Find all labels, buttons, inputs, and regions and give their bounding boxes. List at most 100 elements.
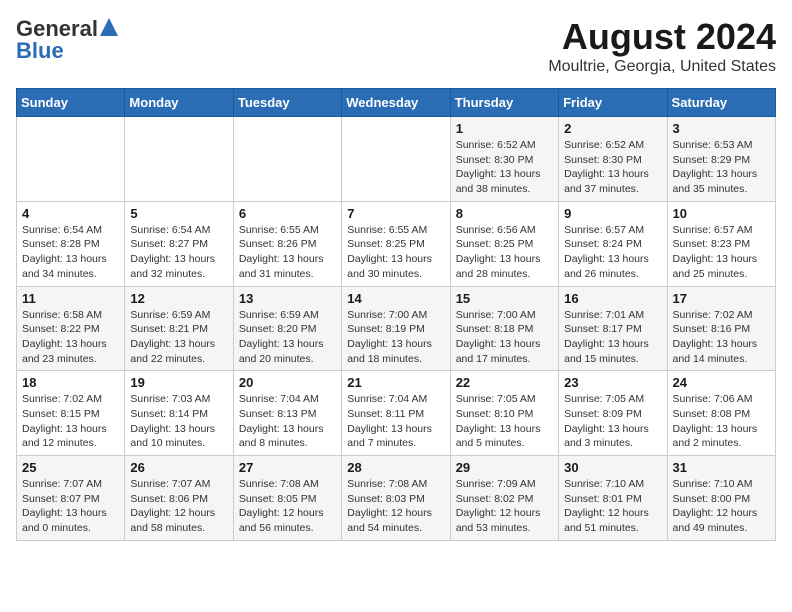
calendar-week-row: 4Sunrise: 6:54 AM Sunset: 8:28 PM Daylig…	[17, 201, 776, 286]
calendar-day-cell: 7 Sunrise: 6:55 AM Sunset: 8:25 PM Daylig…	[342, 201, 450, 286]
calendar-day-cell: 18 Sunrise: 7:02 AM Sunset: 8:15 PM Dayli…	[17, 371, 125, 456]
day-header-sunday: Sunday	[17, 89, 125, 117]
calendar-header-row: SundayMondayTuesdayWednesdayThursdayFrid…	[17, 89, 776, 117]
calendar-day-cell: 17 Sunrise: 7:02 AM Sunset: 8:16 PM Dayli…	[667, 286, 775, 371]
day-info: Sunrise: 7:08 AM Sunset: 8:05 PM Dayligh…	[239, 477, 336, 536]
day-number: 26	[130, 460, 227, 475]
day-info: Sunrise: 6:52 AM Sunset: 8:30 PM Dayligh…	[564, 138, 661, 197]
day-number: 5	[130, 206, 227, 221]
day-info: Sunrise: 7:07 AM Sunset: 8:07 PM Dayligh…	[22, 477, 119, 536]
calendar-day-cell: 29 Sunrise: 7:09 AM Sunset: 8:02 PM Dayli…	[450, 456, 558, 541]
day-number: 7	[347, 206, 444, 221]
calendar-day-cell: 26 Sunrise: 7:07 AM Sunset: 8:06 PM Dayli…	[125, 456, 233, 541]
calendar-day-cell: 3 Sunrise: 6:53 AM Sunset: 8:29 PM Daylig…	[667, 117, 775, 202]
calendar-week-row: 1 Sunrise: 6:52 AM Sunset: 8:30 PM Daylig…	[17, 117, 776, 202]
day-number: 21	[347, 375, 444, 390]
calendar-day-cell: 14Sunrise: 7:00 AM Sunset: 8:19 PM Dayli…	[342, 286, 450, 371]
day-info: Sunrise: 6:53 AM Sunset: 8:29 PM Dayligh…	[673, 138, 770, 197]
day-number: 15	[456, 291, 553, 306]
day-header-saturday: Saturday	[667, 89, 775, 117]
empty-cell	[17, 117, 125, 202]
day-info: Sunrise: 6:55 AM Sunset: 8:26 PM Dayligh…	[239, 223, 336, 282]
day-info: Sunrise: 6:54 AM Sunset: 8:27 PM Dayligh…	[130, 223, 227, 282]
logo-blue: Blue	[16, 38, 64, 64]
day-info: Sunrise: 7:02 AM Sunset: 8:15 PM Dayligh…	[22, 392, 119, 451]
day-info: Sunrise: 7:04 AM Sunset: 8:13 PM Dayligh…	[239, 392, 336, 451]
calendar-day-cell: 1 Sunrise: 6:52 AM Sunset: 8:30 PM Daylig…	[450, 117, 558, 202]
day-number: 3	[673, 121, 770, 136]
day-number: 16	[564, 291, 661, 306]
day-number: 24	[673, 375, 770, 390]
calendar-day-cell: 23 Sunrise: 7:05 AM Sunset: 8:09 PM Dayli…	[559, 371, 667, 456]
day-number: 23	[564, 375, 661, 390]
day-header-tuesday: Tuesday	[233, 89, 341, 117]
day-number: 29	[456, 460, 553, 475]
day-info: Sunrise: 7:02 AM Sunset: 8:16 PM Dayligh…	[673, 308, 770, 367]
calendar-day-cell: 15Sunrise: 7:00 AM Sunset: 8:18 PM Dayli…	[450, 286, 558, 371]
calendar-day-cell: 10 Sunrise: 6:57 AM Sunset: 8:23 PM Dayli…	[667, 201, 775, 286]
day-info: Sunrise: 6:58 AM Sunset: 8:22 PM Dayligh…	[22, 308, 119, 367]
day-info: Sunrise: 7:10 AM Sunset: 8:00 PM Dayligh…	[673, 477, 770, 536]
calendar-day-cell: 2Sunrise: 6:52 AM Sunset: 8:30 PM Daylig…	[559, 117, 667, 202]
calendar-day-cell: 24 Sunrise: 7:06 AM Sunset: 8:08 PM Dayli…	[667, 371, 775, 456]
day-number: 20	[239, 375, 336, 390]
day-info: Sunrise: 7:08 AM Sunset: 8:03 PM Dayligh…	[347, 477, 444, 536]
calendar-day-cell: 6 Sunrise: 6:55 AM Sunset: 8:26 PM Daylig…	[233, 201, 341, 286]
day-number: 11	[22, 291, 119, 306]
page-subtitle: Moultrie, Georgia, United States	[548, 58, 776, 76]
day-header-monday: Monday	[125, 89, 233, 117]
day-number: 6	[239, 206, 336, 221]
empty-cell	[342, 117, 450, 202]
day-header-thursday: Thursday	[450, 89, 558, 117]
calendar-week-row: 11 Sunrise: 6:58 AM Sunset: 8:22 PM Dayli…	[17, 286, 776, 371]
day-info: Sunrise: 7:04 AM Sunset: 8:11 PM Dayligh…	[347, 392, 444, 451]
title-area: August 2024 Moultrie, Georgia, United St…	[548, 16, 776, 76]
day-info: Sunrise: 6:54 AM Sunset: 8:28 PM Dayligh…	[22, 223, 119, 282]
day-number: 13	[239, 291, 336, 306]
calendar-day-cell: 5 Sunrise: 6:54 AM Sunset: 8:27 PM Daylig…	[125, 201, 233, 286]
calendar-day-cell: 25 Sunrise: 7:07 AM Sunset: 8:07 PM Dayli…	[17, 456, 125, 541]
calendar-day-cell: 27Sunrise: 7:08 AM Sunset: 8:05 PM Dayli…	[233, 456, 341, 541]
page-header: General Blue August 2024 Moultrie, Georg…	[16, 16, 776, 76]
day-info: Sunrise: 7:09 AM Sunset: 8:02 PM Dayligh…	[456, 477, 553, 536]
calendar-day-cell: 8Sunrise: 6:56 AM Sunset: 8:25 PM Daylig…	[450, 201, 558, 286]
calendar-day-cell: 20 Sunrise: 7:04 AM Sunset: 8:13 PM Dayli…	[233, 371, 341, 456]
day-number: 30	[564, 460, 661, 475]
day-header-friday: Friday	[559, 89, 667, 117]
day-number: 25	[22, 460, 119, 475]
day-number: 10	[673, 206, 770, 221]
day-info: Sunrise: 6:57 AM Sunset: 8:23 PM Dayligh…	[673, 223, 770, 282]
day-number: 18	[22, 375, 119, 390]
calendar-week-row: 25 Sunrise: 7:07 AM Sunset: 8:07 PM Dayli…	[17, 456, 776, 541]
day-info: Sunrise: 7:03 AM Sunset: 8:14 PM Dayligh…	[130, 392, 227, 451]
page-title: August 2024	[548, 16, 776, 58]
day-number: 31	[673, 460, 770, 475]
day-info: Sunrise: 7:06 AM Sunset: 8:08 PM Dayligh…	[673, 392, 770, 451]
empty-cell	[233, 117, 341, 202]
calendar-day-cell: 9Sunrise: 6:57 AM Sunset: 8:24 PM Daylig…	[559, 201, 667, 286]
calendar-day-cell: 16Sunrise: 7:01 AM Sunset: 8:17 PM Dayli…	[559, 286, 667, 371]
calendar-week-row: 18 Sunrise: 7:02 AM Sunset: 8:15 PM Dayli…	[17, 371, 776, 456]
logo: General Blue	[16, 16, 118, 64]
day-info: Sunrise: 7:05 AM Sunset: 8:09 PM Dayligh…	[564, 392, 661, 451]
day-info: Sunrise: 6:59 AM Sunset: 8:21 PM Dayligh…	[130, 308, 227, 367]
day-info: Sunrise: 6:57 AM Sunset: 8:24 PM Dayligh…	[564, 223, 661, 282]
day-number: 19	[130, 375, 227, 390]
day-number: 28	[347, 460, 444, 475]
day-number: 17	[673, 291, 770, 306]
day-number: 1	[456, 121, 553, 136]
calendar-day-cell: 12 Sunrise: 6:59 AM Sunset: 8:21 PM Dayli…	[125, 286, 233, 371]
day-info: Sunrise: 6:52 AM Sunset: 8:30 PM Dayligh…	[456, 138, 553, 197]
day-info: Sunrise: 7:10 AM Sunset: 8:01 PM Dayligh…	[564, 477, 661, 536]
day-number: 12	[130, 291, 227, 306]
day-info: Sunrise: 6:59 AM Sunset: 8:20 PM Dayligh…	[239, 308, 336, 367]
calendar-day-cell: 22Sunrise: 7:05 AM Sunset: 8:10 PM Dayli…	[450, 371, 558, 456]
day-info: Sunrise: 6:55 AM Sunset: 8:25 PM Dayligh…	[347, 223, 444, 282]
calendar-day-cell: 30 Sunrise: 7:10 AM Sunset: 8:01 PM Dayli…	[559, 456, 667, 541]
day-info: Sunrise: 6:56 AM Sunset: 8:25 PM Dayligh…	[456, 223, 553, 282]
calendar-day-cell: 11 Sunrise: 6:58 AM Sunset: 8:22 PM Dayli…	[17, 286, 125, 371]
day-info: Sunrise: 7:00 AM Sunset: 8:19 PM Dayligh…	[347, 308, 444, 367]
calendar-day-cell: 4Sunrise: 6:54 AM Sunset: 8:28 PM Daylig…	[17, 201, 125, 286]
day-info: Sunrise: 7:07 AM Sunset: 8:06 PM Dayligh…	[130, 477, 227, 536]
calendar-day-cell: 21 Sunrise: 7:04 AM Sunset: 8:11 PM Dayli…	[342, 371, 450, 456]
